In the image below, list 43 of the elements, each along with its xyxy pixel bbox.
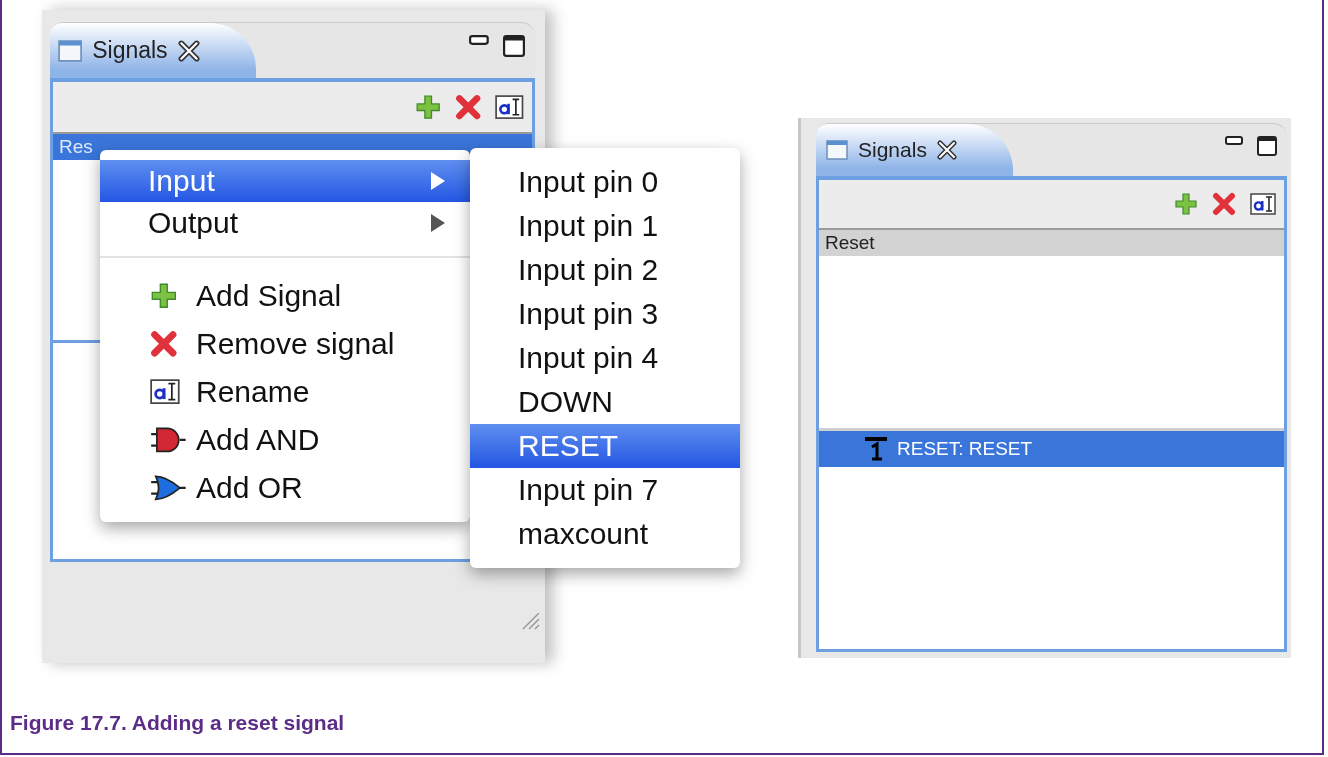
delete-icon[interactable] [1212,192,1236,216]
menu-item[interactable]: Output [100,202,470,244]
maximize-icon[interactable] [503,35,525,57]
maximize-icon[interactable] [1257,136,1277,156]
close-icon[interactable] [936,140,957,160]
add-icon [150,282,178,310]
submenu-arrow-icon [430,171,446,191]
or-gate-icon [150,473,187,503]
rename-icon [150,379,180,405]
menu-item[interactable]: Input [100,160,470,202]
delete-icon[interactable] [455,93,482,121]
submenu-arrow-icon [430,213,446,233]
rename-icon[interactable] [1250,193,1276,215]
close-icon[interactable] [177,39,200,62]
delete-icon [150,330,178,358]
menu-item[interactable]: DOWN [470,380,740,424]
view-tab[interactable]: Signals [816,124,1013,176]
minimize-icon[interactable] [469,35,489,46]
minimize-icon[interactable] [1225,136,1243,146]
menu-item[interactable]: Remove signal [100,320,470,368]
rename-icon[interactable] [495,94,524,120]
menu-item[interactable]: Input pin 1 [470,204,740,248]
menu-item[interactable]: Input pin 0 [470,160,740,204]
add-icon[interactable] [1174,192,1198,216]
menu-item[interactable]: Add AND [100,416,470,464]
menu-item[interactable]: Rename [100,368,470,416]
menu-item[interactable]: Add OR [100,464,470,512]
figure-caption: Figure 17.7. Adding a reset signal [10,711,346,735]
menu-item[interactable]: maxcount [470,512,740,556]
input-pin-icon [865,437,887,461]
menu-item[interactable]: Input pin 3 [470,292,740,336]
add-icon[interactable] [414,93,441,121]
and-gate-icon [150,425,187,455]
menu-item[interactable]: Input pin 7 [470,468,740,512]
view-tab[interactable]: Signals [50,23,256,78]
window-icon [58,39,83,62]
menu-item[interactable]: Add Signal [100,272,470,320]
menu-item[interactable]: Input pin 2 [470,248,740,292]
window-icon [826,140,848,160]
menu-item[interactable]: RESET [470,424,740,468]
signal-row[interactable]: RESET: RESET [819,431,1284,467]
menu-item[interactable]: Input pin 4 [470,336,740,380]
list-item[interactable]: Reset [819,230,1284,256]
